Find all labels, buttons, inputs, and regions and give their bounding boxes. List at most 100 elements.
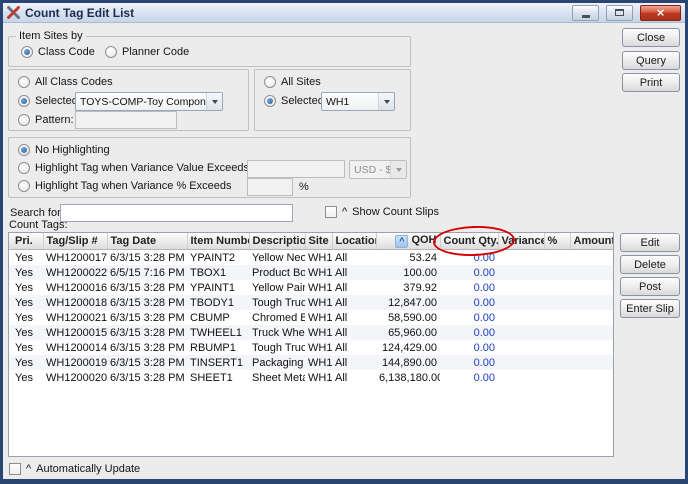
cell-loc: All	[332, 325, 376, 340]
cell-loc: All	[332, 250, 376, 266]
selected-site-value: WH1	[326, 96, 378, 108]
radio-label: Planner Code	[122, 46, 189, 58]
sort-ascending-icon: ^	[395, 235, 408, 248]
cell-var	[498, 250, 544, 266]
radio-highlight-variance-value[interactable]: Highlight Tag when Variance Value Exceed…	[18, 162, 249, 174]
cell-loc: All	[332, 340, 376, 355]
count-tags-body: YesWH12000176/3/15 3:28 PMYPAINT2Yellow …	[9, 250, 613, 386]
radio-icon	[18, 162, 30, 174]
cell-var	[498, 310, 544, 325]
count-tags-label: Count Tags:	[9, 219, 68, 231]
table-row[interactable]: YesWH12000156/3/15 3:28 PMTWHEEL1Truck W…	[9, 325, 613, 340]
cell-amount	[570, 265, 613, 280]
column-header-description[interactable]: Description	[249, 233, 305, 250]
minimize-button[interactable]	[572, 5, 599, 21]
sites-frame: All Sites Selected: WH1	[254, 69, 411, 131]
radio-icon	[18, 144, 30, 156]
table-row[interactable]: YesWH12000206/3/15 3:28 PMSHEET1Sheet Me…	[9, 370, 613, 385]
table-row[interactable]: YesWH12000166/3/15 3:28 PMYPAINT1Yellow …	[9, 280, 613, 295]
table-row[interactable]: YesWH12000216/3/15 3:28 PMCBUMPChromed B…	[9, 310, 613, 325]
delete-button[interactable]: Delete	[620, 255, 680, 274]
column-label: %	[548, 235, 558, 247]
cell-site: WH1	[305, 265, 332, 280]
radio-class-code[interactable]: Class Code	[21, 46, 95, 58]
chevron-down-icon	[390, 161, 406, 178]
cell-pri: Yes	[9, 340, 43, 355]
column-header-amount[interactable]: Amount	[570, 233, 613, 250]
radio-icon	[18, 114, 30, 126]
column-header-tag-date[interactable]: Tag Date	[107, 233, 187, 250]
search-input[interactable]	[60, 204, 293, 222]
chevron-down-icon	[378, 93, 394, 110]
site-select[interactable]: WH1	[321, 92, 395, 111]
header-row: Pri. Tag/Slip # Tag Date Item Number Des…	[9, 233, 613, 250]
search-label: Search for:	[10, 207, 64, 219]
column-header-item-number[interactable]: Item Number	[187, 233, 249, 250]
table-row[interactable]: YesWH12000186/3/15 3:28 PMTBODY1Tough Tr…	[9, 295, 613, 310]
table-row[interactable]: YesWH12000146/3/15 3:28 PMRBUMP1Tough Tr…	[9, 340, 613, 355]
show-count-slips-checkbox[interactable]: ^ Show Count Slips	[325, 206, 439, 218]
cell-qoh: 65,960.00	[376, 325, 440, 340]
radio-no-highlighting[interactable]: No Highlighting	[18, 144, 110, 156]
radio-all-class-codes[interactable]: All Class Codes	[18, 76, 113, 88]
radio-pattern[interactable]: Pattern:	[18, 114, 74, 126]
cell-tag: WH1200022	[43, 265, 107, 280]
checkbox-icon	[9, 463, 21, 475]
cell-pri: Yes	[9, 355, 43, 370]
cell-loc: All	[332, 295, 376, 310]
radio-all-sites[interactable]: All Sites	[264, 76, 321, 88]
maximize-button[interactable]	[606, 5, 633, 21]
enter-slip-button[interactable]: Enter Slip	[620, 299, 680, 318]
cell-site: WH1	[305, 355, 332, 370]
cell-pct	[544, 370, 570, 385]
radio-label: All Class Codes	[35, 76, 113, 88]
cell-count: 0.00	[440, 370, 498, 385]
close-button[interactable]: Close	[622, 28, 680, 47]
radio-planner-code[interactable]: Planner Code	[105, 46, 189, 58]
radio-selected-site[interactable]: Selected:	[264, 95, 327, 107]
post-button[interactable]: Post	[620, 277, 680, 296]
radio-icon	[21, 46, 33, 58]
radio-label: Selected:	[281, 95, 327, 107]
column-header-site[interactable]: Site	[305, 233, 332, 250]
cell-loc: All	[332, 355, 376, 370]
radio-selected-class-code[interactable]: Selected:	[18, 95, 81, 107]
table-row[interactable]: YesWH12000176/3/15 3:28 PMYPAINT2Yellow …	[9, 250, 613, 266]
table-row[interactable]: YesWH12000196/3/15 3:28 PMTINSERT1Packag…	[9, 355, 613, 370]
cell-count: 0.00	[440, 295, 498, 310]
cell-date: 6/3/15 3:28 PM	[107, 340, 187, 355]
cell-count: 0.00	[440, 250, 498, 266]
minimize-icon	[582, 15, 590, 18]
column-header-count-qty[interactable]: Count Qty.	[440, 233, 498, 250]
cell-site: WH1	[305, 295, 332, 310]
cell-qoh: 12,847.00	[376, 295, 440, 310]
cell-pct	[544, 355, 570, 370]
query-button[interactable]: Query	[622, 51, 680, 70]
auto-update-checkbox[interactable]: ^ Automatically Update	[9, 463, 140, 475]
column-header-pri[interactable]: Pri.	[9, 233, 43, 250]
table-row[interactable]: YesWH12000226/5/15 7:16 PMTBOX1Product B…	[9, 265, 613, 280]
pattern-input	[75, 111, 177, 129]
column-label: Item Number	[191, 235, 250, 247]
column-header-tag-slip[interactable]: Tag/Slip #	[43, 233, 107, 250]
cell-tag: WH1200017	[43, 250, 107, 266]
column-header-qoh[interactable]: ^QOH	[376, 233, 440, 250]
cell-count: 0.00	[440, 325, 498, 340]
close-window-button[interactable]: ×	[640, 5, 681, 21]
column-header-percent[interactable]: %	[544, 233, 570, 250]
print-button[interactable]: Print	[622, 73, 680, 92]
cell-var	[498, 355, 544, 370]
cell-qoh: 100.00	[376, 265, 440, 280]
radio-label: Pattern:	[35, 114, 74, 126]
class-code-select[interactable]: TOYS-COMP-Toy Components	[75, 92, 223, 111]
edit-button[interactable]: Edit	[620, 233, 680, 252]
column-header-variance[interactable]: Variance	[498, 233, 544, 250]
cell-desc: Tough Truck...	[249, 340, 305, 355]
column-header-location[interactable]: Location	[332, 233, 376, 250]
cell-site: WH1	[305, 280, 332, 295]
cell-date: 6/3/15 3:28 PM	[107, 325, 187, 340]
radio-highlight-variance-percent[interactable]: Highlight Tag when Variance % Exceeds	[18, 180, 232, 192]
cell-desc: Sheet Metal ...	[249, 370, 305, 385]
cell-item: TWHEEL1	[187, 325, 249, 340]
currency-value: USD - $	[354, 164, 390, 176]
